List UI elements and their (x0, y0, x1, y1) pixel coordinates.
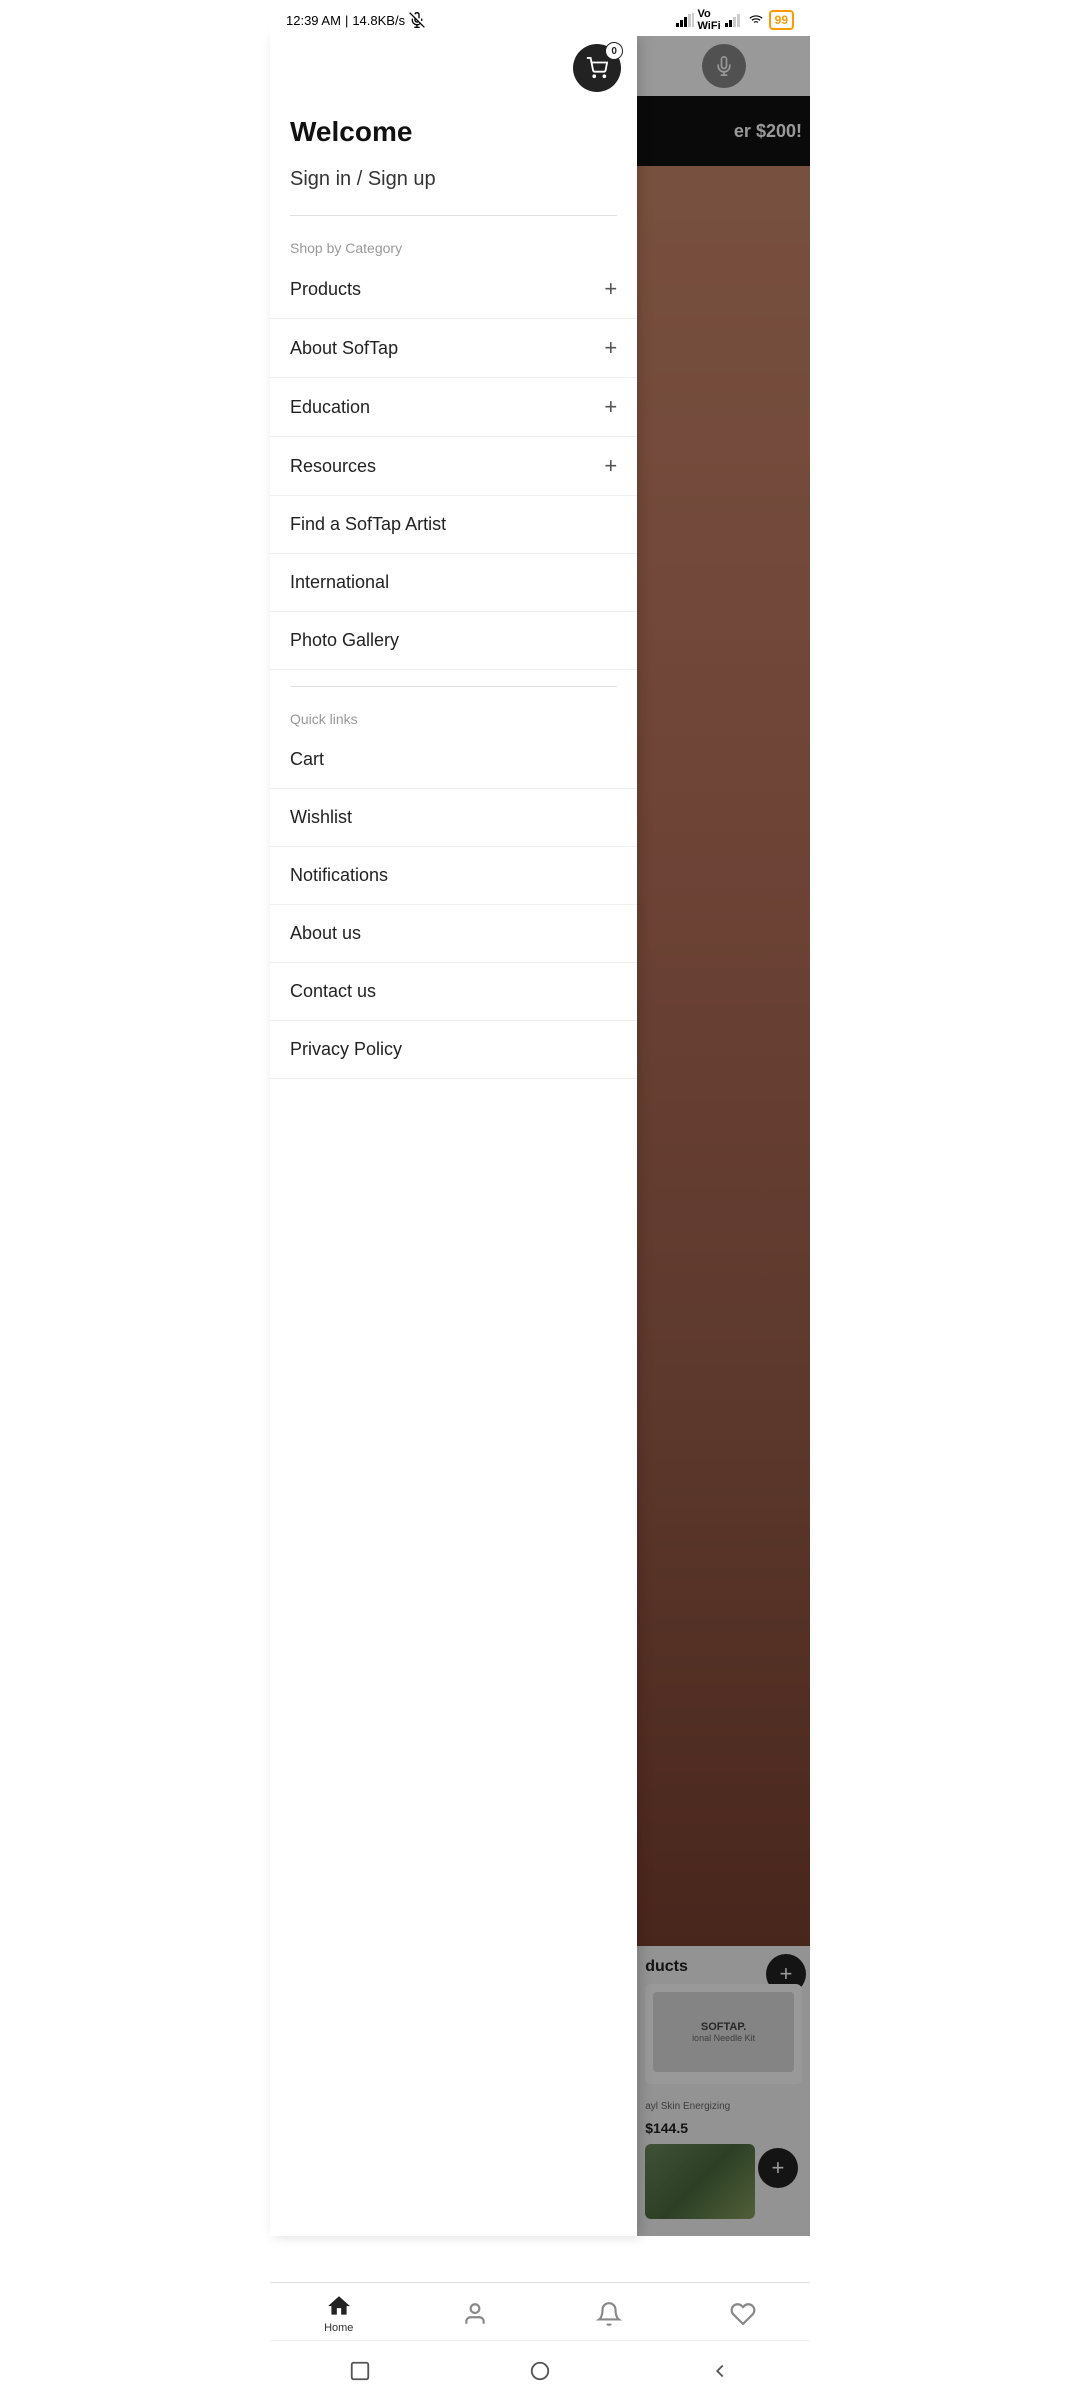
menu-item-about-softap[interactable]: About SofTap + (270, 319, 637, 378)
menu-item-photo-gallery[interactable]: Photo Gallery (270, 612, 637, 670)
quick-link-notifications-label: Notifications (290, 865, 388, 885)
square-icon (349, 2360, 371, 2382)
divider (290, 215, 617, 216)
android-square-button[interactable] (342, 2353, 378, 2389)
vo-wifi-label: VoWiFi (698, 8, 721, 32)
sidebar-drawer: 0 Welcome Sign in / Sign up Shop by Cate… (270, 36, 637, 2236)
quick-link-cart-label: Cart (290, 749, 324, 769)
welcome-section: Welcome Sign in / Sign up (270, 92, 637, 199)
menu-item-photo-gallery-label: Photo Gallery (290, 630, 399, 650)
quick-link-contact-us[interactable]: Contact us (270, 963, 637, 1021)
quick-link-wishlist[interactable]: Wishlist (270, 789, 637, 847)
screen-wrapper: 0 Welcome Sign in / Sign up Shop by Cate… (270, 36, 810, 2236)
signal-icon (676, 13, 694, 27)
time-display: 12:39 AM (286, 13, 341, 28)
quick-link-notifications[interactable]: Notifications (270, 847, 637, 905)
shop-by-category-label: Shop by Category (270, 232, 637, 260)
quick-link-cart[interactable]: Cart (270, 731, 637, 789)
nav-profile[interactable] (462, 2301, 488, 2327)
status-bar: 12:39 AM | 14.8KB/s VoWiFi (270, 0, 810, 36)
products-expand-icon: + (604, 278, 617, 300)
menu-item-education[interactable]: Education + (270, 378, 637, 437)
resources-expand-icon: + (604, 455, 617, 477)
circle-icon (529, 2360, 551, 2382)
quick-link-contact-us-label: Contact us (290, 981, 376, 1001)
education-expand-icon: + (604, 396, 617, 418)
bottom-nav: Home (270, 2282, 810, 2340)
menu-item-resources[interactable]: Resources + (270, 437, 637, 496)
quick-link-privacy-policy-label: Privacy Policy (290, 1039, 402, 1059)
divider-2 (290, 686, 617, 687)
wifi-icon (747, 13, 765, 27)
data-rate: 14.8KB/s (352, 13, 405, 28)
android-back-button[interactable] (702, 2353, 738, 2389)
user-icon (462, 2301, 488, 2327)
menu-item-resources-label: Resources (290, 456, 376, 477)
menu-item-education-label: Education (290, 397, 370, 418)
cart-icon (586, 57, 608, 79)
menu-item-find-artist[interactable]: Find a SofTap Artist (270, 496, 637, 554)
menu-item-find-artist-label: Find a SofTap Artist (290, 514, 446, 534)
quick-links-label: Quick links (270, 703, 637, 731)
menu-item-international[interactable]: International (270, 554, 637, 612)
nav-notifications[interactable] (596, 2301, 622, 2327)
menu-item-international-label: International (290, 572, 389, 592)
nav-wishlist[interactable] (730, 2301, 756, 2327)
battery-indicator: 99 (769, 10, 794, 30)
quick-link-about-us[interactable]: About us (270, 905, 637, 963)
mute-icon (409, 12, 425, 28)
back-icon (709, 2360, 731, 2382)
android-nav-bar (270, 2340, 810, 2400)
welcome-title: Welcome (290, 116, 617, 148)
quick-link-wishlist-label: Wishlist (290, 807, 352, 827)
menu-item-products[interactable]: Products + (270, 260, 637, 319)
home-icon (326, 2293, 352, 2319)
about-expand-icon: + (604, 337, 617, 359)
signin-link[interactable]: Sign in / Sign up (290, 168, 617, 191)
nav-home[interactable]: Home (324, 2293, 353, 2334)
status-right: VoWiFi 99 (676, 8, 794, 32)
cart-badge: 0 (605, 42, 623, 60)
nav-home-label: Home (324, 2322, 353, 2334)
sidebar-icons-row: 0 (270, 36, 637, 92)
quick-link-privacy-policy[interactable]: Privacy Policy (270, 1021, 637, 1079)
wifi-signal-icon (725, 13, 743, 27)
overlay-dim (637, 36, 810, 2236)
status-left: 12:39 AM | 14.8KB/s (286, 12, 425, 28)
android-home-button[interactable] (522, 2353, 558, 2389)
cart-button[interactable]: 0 (573, 44, 621, 92)
data-speed: | (345, 13, 348, 28)
bell-icon (596, 2301, 622, 2327)
quick-link-about-us-label: About us (290, 923, 361, 943)
menu-item-about-softap-label: About SofTap (290, 338, 398, 359)
heart-icon (730, 2301, 756, 2327)
main-content-panel: er $200! ducts + SOFTAP. ional Needle Ki… (637, 36, 810, 2236)
menu-item-products-label: Products (290, 279, 361, 300)
